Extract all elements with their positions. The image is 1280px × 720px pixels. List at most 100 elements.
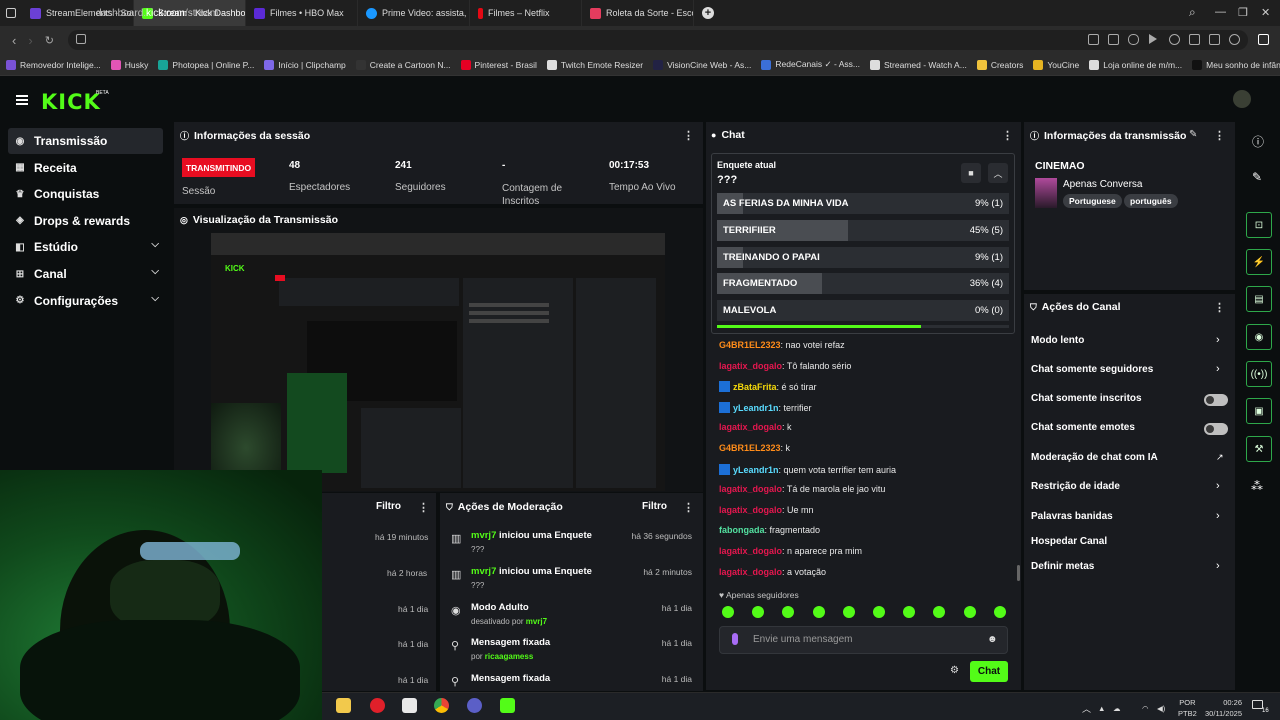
tray-cloud-icon[interactable]: ☁ (1113, 704, 1121, 713)
bookmark-item[interactable]: VisionCine Web - As... (653, 59, 751, 70)
channel-actions-menu-icon[interactable]: ⋮ (1214, 301, 1225, 314)
browser-search-icon[interactable]: ⌕ (1189, 5, 1196, 20)
kick-app-icon[interactable] (500, 698, 515, 713)
tool-target-icon[interactable]: ⊡ (1246, 212, 1272, 238)
moderation-user[interactable]: mvrj7 (471, 566, 496, 577)
forward-icon[interactable]: › (28, 33, 32, 48)
shield-icon[interactable] (1128, 34, 1139, 45)
chat-username[interactable]: lagatix_dogalo (719, 546, 782, 556)
chat-settings-icon[interactable]: ⚙ (950, 665, 959, 676)
tool-list-icon[interactable]: ▤ (1246, 286, 1272, 312)
bookmark-item[interactable]: YouCine (1033, 59, 1079, 70)
chevron-right-icon[interactable]: › (1216, 334, 1220, 346)
sidebar-item-transmiss-o[interactable]: ◉ Transmissão (8, 128, 163, 154)
chat-username[interactable]: fabongada (719, 525, 765, 535)
obs-icon[interactable] (467, 698, 482, 713)
poll-collapse-button[interactable]: ︿ (988, 163, 1008, 183)
back-icon[interactable]: ‹ (12, 33, 16, 48)
chat-username[interactable]: yLeandr1n (733, 403, 779, 413)
play-icon[interactable] (1149, 34, 1157, 44)
moderation-filter-button[interactable]: Filtro (642, 501, 667, 512)
channel-action-chat-somente-inscritos[interactable]: Chat somente inscritos (1031, 393, 1142, 404)
bookmark-item[interactable]: RedeCanais ✓ - Ass... (761, 59, 860, 70)
channel-action-hospedar-canal[interactable]: Hospedar Canal (1031, 536, 1107, 547)
chat-username[interactable]: lagatix_dogalo (719, 361, 782, 371)
download-icon[interactable] (1189, 34, 1200, 45)
browser-tab-hbo[interactable]: Filmes • HBO Max (246, 0, 358, 26)
poll-delete-button[interactable]: ■ (961, 163, 981, 183)
minimize-icon[interactable]: — (1215, 6, 1226, 18)
tool-apps-icon[interactable]: ⁂ (1251, 479, 1263, 493)
opera-icon[interactable] (370, 698, 385, 713)
channel-action-modo-lento[interactable]: Modo lento (1031, 335, 1084, 346)
moderation-sub-user[interactable]: ricaagamess (485, 652, 533, 661)
tag-portugues[interactable]: português (1124, 194, 1178, 208)
chat-username[interactable]: lagatix_dogalo (719, 422, 782, 432)
stream-info-menu-icon[interactable]: ⋮ (1214, 129, 1225, 142)
emote-icon[interactable] (873, 606, 885, 618)
browser-tab-prime[interactable]: Prime Video: assista, alug (358, 0, 470, 26)
moderation-user[interactable]: mvrj7 (471, 530, 496, 541)
chat-username[interactable]: G4BR1EL2323 (719, 340, 781, 350)
bookmark-item[interactable]: Loja online de m/m... (1089, 59, 1182, 70)
sidebar-item-conquistas[interactable]: ♛ Conquistas (8, 181, 163, 207)
reload-icon[interactable]: ↻ (45, 34, 54, 47)
chevron-right-icon[interactable]: › (1216, 363, 1220, 375)
toggle-switch[interactable] (1204, 423, 1228, 435)
new-tab-icon[interactable]: + (702, 7, 714, 19)
tag-portuguese[interactable]: Portuguese (1063, 194, 1122, 208)
moderation-menu-icon[interactable]: ⋮ (683, 501, 694, 514)
share-icon[interactable] (1088, 34, 1099, 45)
site-info-icon[interactable] (76, 34, 86, 44)
sidebar-item-configura-es[interactable]: ⚙ Configurações ⌵ (8, 288, 163, 314)
chat-menu-icon[interactable]: ⋮ (1002, 129, 1013, 142)
profile-icon[interactable] (1229, 34, 1240, 45)
hamburger-menu-icon[interactable] (16, 95, 28, 105)
chat-username[interactable]: lagatix_dogalo (719, 567, 782, 577)
moderation-sub-user[interactable]: mvrj7 (526, 617, 547, 626)
capcut-icon[interactable] (402, 698, 417, 713)
clock[interactable]: 00:26 30/11/2025 (1202, 697, 1242, 719)
category-name[interactable]: Apenas Conversa (1063, 179, 1143, 190)
tool-layout-icon[interactable]: ▣ (1246, 398, 1272, 424)
browser-tab-netflix[interactable]: Filmes – Netflix (470, 0, 582, 26)
bookmark-item[interactable]: Husky (110, 59, 148, 70)
extension-icon[interactable] (1258, 34, 1269, 45)
chat-username[interactable]: zBataFrita (733, 382, 777, 392)
bookmark-item[interactable]: Pinterest - Brasil (460, 59, 537, 70)
channel-action-modera-o-de-chat-com-ia[interactable]: Moderação de chat com IA (1031, 452, 1158, 463)
stream-preview-video[interactable]: KICK (211, 233, 665, 491)
emote-icon[interactable] (812, 606, 825, 618)
chat-scroll-handle[interactable] (1017, 565, 1020, 581)
kick-logo[interactable]: KICK (41, 90, 101, 114)
channel-action-chat-somente-seguidores[interactable]: Chat somente seguidores (1031, 364, 1153, 375)
left-panel-menu-icon[interactable]: ⋮ (418, 501, 429, 514)
tool-chat-icon[interactable]: ◉ (1246, 324, 1272, 350)
user-avatar[interactable] (1233, 90, 1251, 108)
external-link-icon[interactable]: ↗ (1216, 452, 1224, 463)
browser-tab-roleta[interactable]: Roleta da Sorte - Escolha (582, 0, 694, 26)
maximize-icon[interactable]: ❐ (1238, 6, 1248, 19)
chevron-right-icon[interactable]: › (1216, 480, 1220, 492)
sidebar-item-canal[interactable]: ⊞ Canal ⌵ (8, 261, 163, 287)
tool-lightning-icon[interactable]: ⚡ (1246, 249, 1272, 275)
tool-broadcast-icon[interactable]: ((•)) (1246, 361, 1272, 387)
bookmark-item[interactable]: Meu sonho de infân... (1192, 59, 1280, 70)
chevron-right-icon[interactable]: › (1216, 510, 1220, 522)
url-box[interactable] (68, 30, 1248, 50)
chat-username[interactable]: G4BR1EL2323 (719, 443, 781, 453)
bookmark-item[interactable]: Início | Clipchamp (264, 59, 346, 70)
heart-icon[interactable] (1169, 34, 1180, 45)
chrome-icon[interactable] (434, 698, 449, 713)
tray-volume-icon[interactable]: ◀) (1157, 704, 1165, 713)
channel-action-palavras-banidas[interactable]: Palavras banidas (1031, 511, 1113, 522)
bookmark-item[interactable]: Creators (976, 59, 1023, 70)
menu-icon[interactable] (1209, 34, 1220, 45)
channel-action-restri-o-de-idade[interactable]: Restrição de idade (1031, 481, 1120, 492)
file-explorer-icon[interactable] (336, 698, 351, 713)
channel-action-definir-metas[interactable]: Definir metas (1031, 561, 1094, 572)
screenshot-icon[interactable] (1108, 34, 1119, 45)
bookmark-item[interactable]: Photopea | Online P... (158, 59, 254, 70)
bookmark-item[interactable]: Twitch Emote Resizer (546, 59, 643, 70)
left-filter-button[interactable]: Filtro (376, 501, 401, 512)
